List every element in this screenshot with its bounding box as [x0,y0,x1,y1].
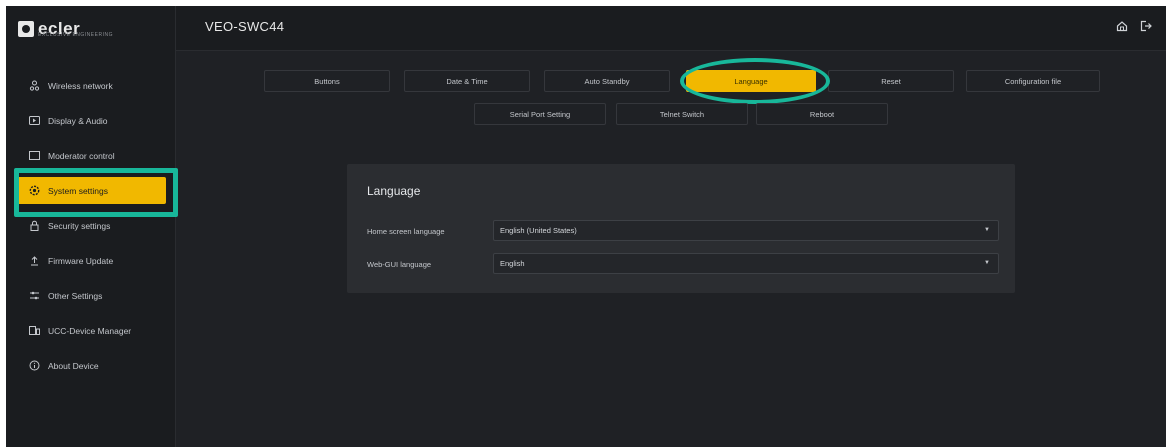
web-gui-language-select[interactable]: English ▼ [493,253,999,274]
logo-mark-icon [18,21,34,37]
panel-title: Language [367,184,421,198]
sidebar-item-display-audio[interactable]: Display & Audio [6,103,176,138]
sidebar-item-label: Security settings [48,220,111,231]
sidebar-item-label: Firmware Update [48,255,114,266]
home-icon[interactable] [1116,20,1128,35]
sidebar-item-ucc-device-manager[interactable]: UCC-Device Manager [6,313,176,348]
top-bar: VEO-SWC44 [176,6,1166,51]
tab-telnet-switch[interactable]: Telnet Switch [616,103,748,125]
sidebar-item-wireless-network[interactable]: Wireless network [6,68,176,103]
wifi-icon [28,80,40,92]
tab-auto-standby[interactable]: Auto Standby [544,70,670,92]
sidebar-item-firmware-update[interactable]: Firmware Update [6,243,176,278]
sidebar-item-label: Display & Audio [48,115,108,126]
tab-configuration-file[interactable]: Configuration file [966,70,1100,92]
sidebar-nav: Wireless network Display & Audio Moderat… [6,68,176,383]
app-window: ecler EXCLUSIVE ENGINEERING Wireless net… [6,6,1166,447]
sidebar: ecler EXCLUSIVE ENGINEERING Wireless net… [6,6,176,447]
display-icon [28,115,40,127]
language-panel: Language Home screen language English (U… [347,164,1015,293]
upload-icon [28,255,40,267]
tab-language[interactable]: Language [686,70,816,92]
chevron-down-icon: ▼ [984,260,990,266]
gear-icon [28,185,40,197]
page-title: VEO-SWC44 [205,19,285,34]
device-icon [28,325,40,337]
tab-buttons[interactable]: Buttons [264,70,390,92]
sidebar-item-label: System settings [48,185,108,196]
sidebar-item-about-device[interactable]: About Device [6,348,176,383]
sidebar-item-moderator-control[interactable]: Moderator control [6,138,176,173]
lock-icon [28,220,40,232]
chevron-down-icon: ▼ [984,227,990,233]
sidebar-item-system-settings[interactable]: System settings [16,177,166,204]
tab-date-time[interactable]: Date & Time [404,70,530,92]
info-icon [28,360,40,372]
top-actions [1116,20,1152,35]
tab-serial-port-setting[interactable]: Serial Port Setting [474,103,606,125]
sidebar-item-label: UCC-Device Manager [48,325,132,336]
sidebar-item-label: Moderator control [48,150,115,161]
sliders-icon [28,290,40,302]
logo-subtitle: EXCLUSIVE ENGINEERING [38,32,113,38]
tab-reboot[interactable]: Reboot [756,103,888,125]
web-gui-language-value: English [500,259,525,268]
home-screen-language-value: English (United States) [500,226,577,235]
home-screen-language-label: Home screen language [367,227,445,236]
home-screen-language-select[interactable]: English (United States) ▼ [493,220,999,241]
sidebar-item-label: Other Settings [48,290,103,301]
tab-reset[interactable]: Reset [828,70,954,92]
sidebar-item-label: Wireless network [48,80,113,91]
sidebar-item-label: About Device [48,360,99,371]
sidebar-item-security-settings[interactable]: Security settings [6,208,176,243]
web-gui-language-label: Web-GUI language [367,260,432,269]
brand-logo: ecler [18,16,80,42]
monitor-icon [28,150,40,162]
logout-icon[interactable] [1140,20,1152,35]
sidebar-item-other-settings[interactable]: Other Settings [6,278,176,313]
